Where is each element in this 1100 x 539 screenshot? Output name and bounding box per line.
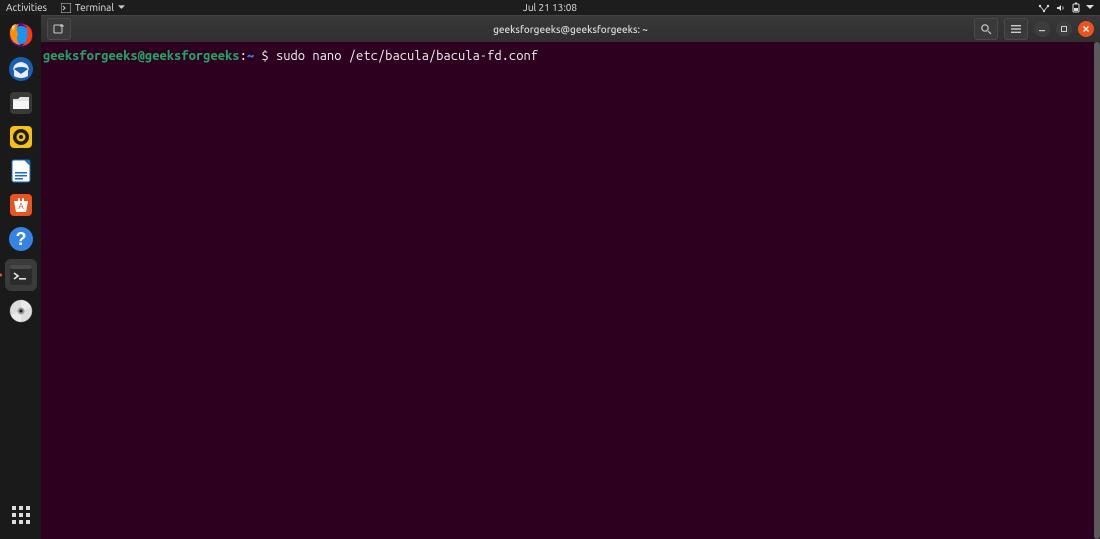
disc-icon (8, 298, 34, 324)
prompt-user: geeksforgeeks@geeksforgeeks (43, 49, 240, 63)
activities-button[interactable]: Activities (6, 2, 47, 13)
files-icon (8, 90, 34, 116)
dock-rhythmbox[interactable] (7, 123, 35, 151)
clock-label[interactable]: Jul 21 13:08 (523, 2, 577, 13)
dock-help[interactable]: ? (7, 225, 35, 253)
app-menu-label: Terminal (75, 2, 114, 13)
dock: A ? (0, 15, 41, 539)
terminal-window: geeksforgeeks@geeksforgeeks: ~ geeksforg… (41, 15, 1100, 539)
minimize-icon (1038, 25, 1046, 33)
dock-libreoffice-writer[interactable] (7, 157, 35, 185)
show-applications-button[interactable] (7, 501, 35, 529)
dock-firefox[interactable] (7, 21, 35, 49)
hamburger-menu-button[interactable] (1004, 18, 1028, 40)
new-tab-button[interactable] (47, 18, 71, 40)
gnome-top-panel: Activities Terminal Jul 21 13:08 (0, 0, 1100, 15)
activities-label: Activities (6, 2, 47, 13)
system-status-area[interactable] (1038, 2, 1094, 13)
dock-files[interactable] (7, 89, 35, 117)
rhythmbox-icon (8, 124, 34, 150)
dock-thunderbird[interactable] (7, 55, 35, 83)
window-minimize-button[interactable] (1034, 21, 1050, 37)
hamburger-icon (1010, 24, 1022, 34)
window-close-button[interactable] (1078, 21, 1094, 37)
volume-icon (1056, 3, 1066, 13)
app-menu-terminal[interactable]: Terminal (61, 2, 125, 13)
svg-text:?: ? (15, 229, 26, 249)
network-icon (1038, 3, 1050, 13)
terminal-line: geeksforgeeks@geeksforgeeks:~ $ sudo nan… (43, 48, 1092, 64)
libreoffice-writer-icon (8, 158, 34, 184)
dock-disc[interactable] (7, 297, 35, 325)
help-icon: ? (8, 226, 34, 252)
thunderbird-icon (8, 56, 34, 82)
firefox-icon (8, 22, 34, 48)
prompt-symbol: $ (254, 49, 276, 63)
dock-terminal[interactable] (5, 259, 37, 291)
terminal-scrollbar[interactable] (1094, 42, 1100, 539)
chevron-down-icon (118, 5, 125, 10)
svg-text:A: A (18, 202, 24, 211)
search-icon (980, 23, 992, 35)
dock-ubuntu-software[interactable]: A (7, 191, 35, 219)
terminal-icon (61, 3, 71, 13)
search-button[interactable] (974, 18, 998, 40)
terminal-app-icon (8, 262, 34, 288)
ubuntu-software-icon: A (8, 192, 34, 218)
close-icon (1082, 25, 1090, 33)
maximize-icon (1060, 25, 1068, 33)
scroll-thumb[interactable] (1094, 42, 1100, 539)
window-title: geeksforgeeks@geeksforgeeks: ~ (493, 24, 648, 35)
terminal-command: sudo nano /etc/bacula/bacula-fd.conf (276, 49, 538, 63)
prompt-separator: : (240, 49, 247, 63)
battery-icon (1072, 2, 1080, 13)
apps-grid-icon (11, 505, 31, 525)
window-titlebar: geeksforgeeks@geeksforgeeks: ~ (41, 15, 1100, 42)
chevron-down-icon (1086, 5, 1094, 10)
new-tab-icon (53, 23, 65, 35)
window-maximize-button[interactable] (1056, 21, 1072, 37)
terminal-viewport[interactable]: geeksforgeeks@geeksforgeeks:~ $ sudo nan… (41, 42, 1100, 539)
